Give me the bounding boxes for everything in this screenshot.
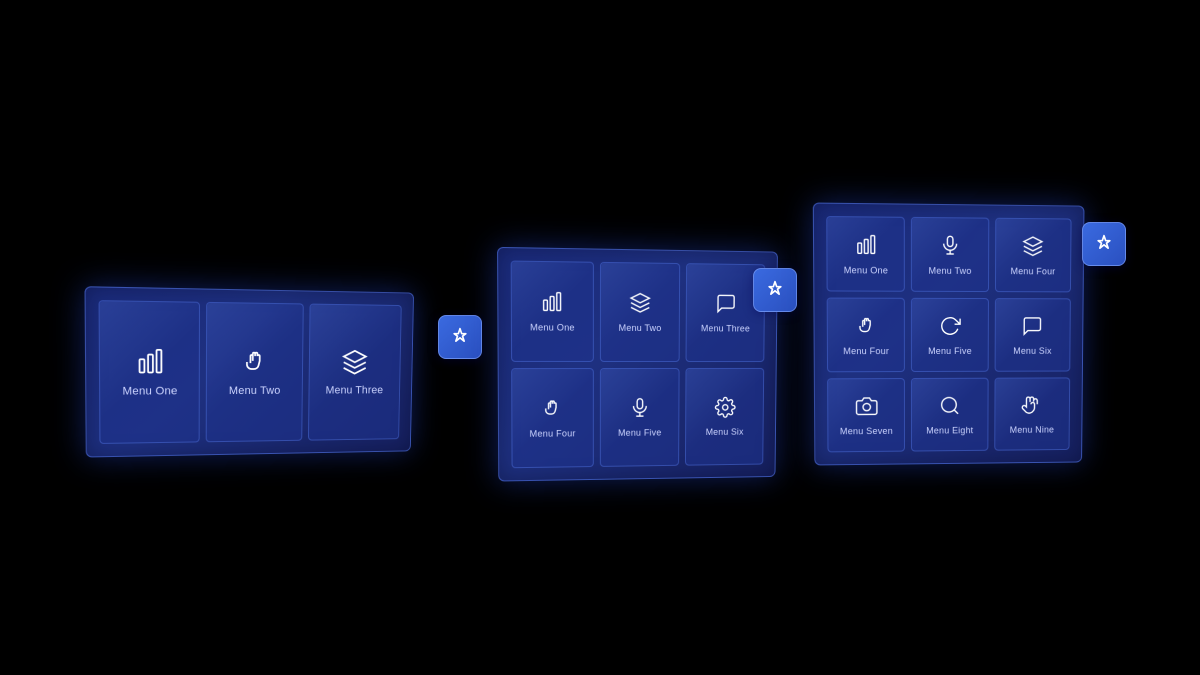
panel-2-tile-4-label: Menu Four (530, 428, 576, 438)
bar-chart-icon-2 (541, 291, 564, 318)
panel-1-tile-2-label: Menu Two (229, 385, 281, 397)
panel-3-tile-4-label: Menu Four (843, 346, 889, 356)
panel-1-tile-3-label: Menu Three (326, 385, 384, 397)
pin-button-2[interactable] (753, 268, 797, 312)
panel-1: Menu One Menu Two Menu Three (84, 286, 414, 457)
panel-3-tile-1-label: Menu One (844, 265, 888, 275)
panel-2-tile-6[interactable]: Menu Six (685, 368, 764, 466)
panel-2-tile-1-label: Menu One (530, 322, 575, 332)
hand-icon-3 (855, 314, 877, 340)
panel-3-tile-2[interactable]: Menu Two (911, 217, 989, 292)
scene: Menu One Menu Two Menu Three (0, 0, 1200, 675)
gear-icon (714, 396, 736, 422)
search-icon (939, 394, 961, 420)
panel-3-tile-8[interactable]: Menu Eight (911, 378, 988, 452)
panel-2: Menu One Menu Two Menu Three Menu Four (497, 247, 778, 482)
panel-3-tile-3[interactable]: Menu Four (995, 218, 1072, 293)
panel-2-tile-1[interactable]: Menu One (511, 261, 594, 362)
panel-3-tile-4[interactable]: Menu Four (827, 298, 906, 373)
panel-2-tile-2-label: Menu Two (619, 323, 662, 333)
panel-1-tile-1-label: Menu One (122, 385, 177, 397)
panel-1-grid: Menu One Menu Two Menu Three (86, 287, 414, 456)
panel-1-tile-3[interactable]: Menu Three (308, 304, 402, 441)
bar-chart-icon (135, 347, 164, 380)
panel-3-tile-7-label: Menu Seven (840, 425, 893, 435)
refresh-icon (939, 314, 961, 340)
cube-icon-2 (629, 292, 651, 318)
panel-3-tile-3-label: Menu Four (1011, 266, 1056, 276)
camera-icon (855, 395, 877, 421)
panel-3-tile-6[interactable]: Menu Six (994, 298, 1071, 372)
panel-1-tile-2[interactable]: Menu Two (206, 302, 303, 442)
panel-3-tile-7[interactable]: Menu Seven (827, 378, 905, 452)
hand-icon (241, 348, 269, 380)
panel-3-tile-5[interactable]: Menu Five (911, 298, 988, 372)
panel-2-tile-3-label: Menu Three (701, 323, 750, 333)
pin-button-1[interactable] (438, 315, 482, 359)
pin-icon-1 (450, 327, 470, 347)
pin-button-3[interactable] (1082, 222, 1126, 266)
panel-1-tile-1[interactable]: Menu One (99, 300, 201, 444)
panel-2-tile-2[interactable]: Menu Two (600, 262, 681, 362)
panel-3-tile-9[interactable]: Menu Nine (994, 377, 1070, 450)
cube-icon-3 (1022, 235, 1044, 261)
panel-2-tile-5-label: Menu Five (618, 428, 662, 438)
panel-3-tile-6-label: Menu Six (1013, 345, 1052, 355)
hand-stop-icon (1021, 394, 1043, 420)
cube-icon (342, 348, 369, 379)
panel-2-tile-4[interactable]: Menu Four (511, 368, 593, 468)
chat-icon-2 (1022, 315, 1044, 341)
mic-icon-2 (939, 234, 961, 260)
panel-3-tile-9-label: Menu Nine (1010, 424, 1054, 434)
panel-2-tile-5[interactable]: Menu Five (600, 368, 680, 467)
hand-icon-2 (541, 397, 563, 423)
panel-3-tile-5-label: Menu Five (928, 345, 972, 355)
mic-icon (629, 397, 651, 423)
bar-chart-icon-3 (855, 233, 877, 260)
panel-2-tile-6-label: Menu Six (706, 427, 744, 437)
pin-icon-2 (765, 280, 785, 300)
panel-3-tile-2-label: Menu Two (929, 265, 972, 275)
panel-3-tile-1[interactable]: Menu One (826, 216, 905, 292)
panel-3: Menu One Menu Two Menu Four Menu Four (813, 203, 1085, 466)
pin-icon-3 (1094, 234, 1114, 254)
panel-2-grid: Menu One Menu Two Menu Three Menu Four (498, 248, 777, 481)
chat-icon (715, 293, 737, 319)
panel-3-tile-8-label: Menu Eight (926, 425, 973, 435)
panel-3-grid: Menu One Menu Two Menu Four Menu Four (814, 204, 1084, 465)
